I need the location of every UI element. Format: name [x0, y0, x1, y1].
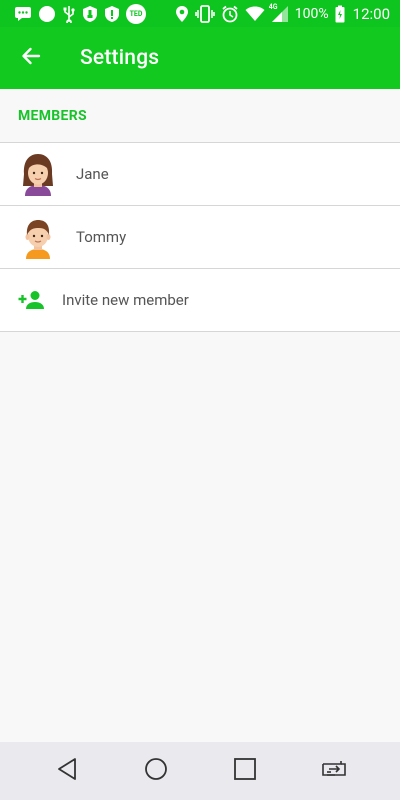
status-left-icons: TED [14, 3, 146, 24]
switch-app-icon [319, 758, 349, 784]
usb-icon [62, 5, 76, 23]
settings-content: MEMBERS Jane Tommy Invite new member [0, 89, 400, 332]
member-name: Tommy [76, 228, 127, 246]
message-icon [14, 5, 32, 23]
ted-icon: TED [126, 3, 146, 24]
arrow-back-icon [21, 47, 41, 69]
nav-recents-button[interactable] [223, 749, 267, 793]
status-right-icons: 4G 100% 12:00 [175, 2, 390, 23]
member-name: Jane [76, 165, 109, 183]
app-bar: Settings [0, 27, 400, 89]
back-triangle-icon [56, 757, 78, 785]
recents-square-icon [233, 757, 257, 785]
home-circle-icon [144, 757, 168, 785]
location-icon [175, 5, 189, 23]
invite-new-member-row[interactable]: Invite new member [0, 269, 400, 332]
members-section-header: MEMBERS [0, 89, 400, 143]
alarm-icon [221, 5, 239, 23]
battery-icon [335, 5, 345, 23]
back-button[interactable] [0, 27, 62, 89]
network-type-label: 4G [268, 2, 278, 11]
signal-icon: 4G [268, 2, 289, 23]
female-avatar-icon [19, 152, 57, 196]
wifi-icon [245, 5, 265, 23]
circle-icon [38, 5, 56, 23]
invite-new-member-label: Invite new member [62, 291, 189, 309]
nav-home-button[interactable] [134, 749, 178, 793]
battery-percent: 100% [294, 5, 329, 22]
member-row-tommy[interactable]: Tommy [0, 206, 400, 269]
page-title: Settings [80, 46, 160, 70]
person-add-icon [18, 290, 44, 310]
vibrate-icon [194, 4, 215, 23]
nav-back-button[interactable] [45, 749, 89, 793]
male-avatar-icon [19, 215, 57, 259]
nav-switch-app-button[interactable] [312, 749, 356, 793]
status-bar: TED 4G 100% 12:00 [0, 0, 400, 27]
shield-icon [82, 5, 98, 23]
shield-alert-icon [104, 5, 120, 23]
member-row-jane[interactable]: Jane [0, 143, 400, 206]
navigation-bar [0, 742, 400, 800]
status-time: 12:00 [352, 4, 390, 23]
